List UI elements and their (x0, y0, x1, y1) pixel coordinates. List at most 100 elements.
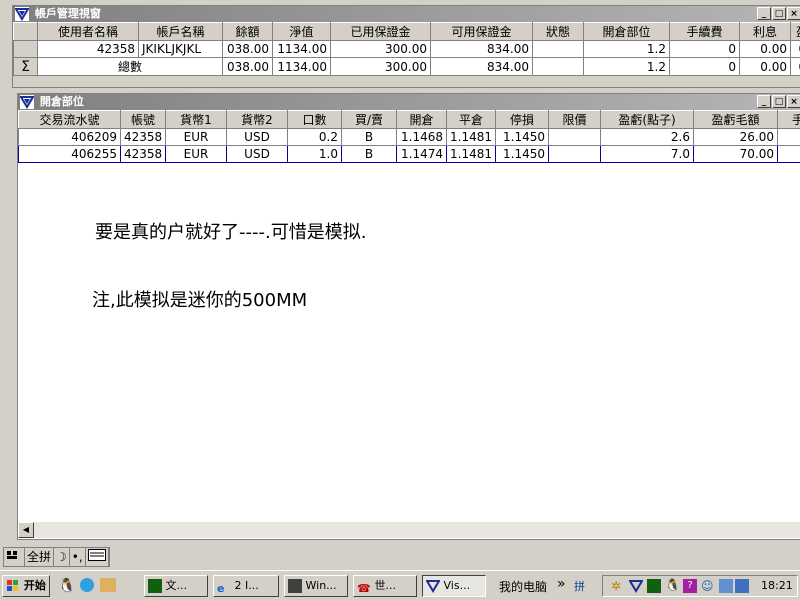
positions-title: 開倉部位 (39, 95, 84, 108)
cell: 42358 (120, 128, 166, 146)
start-label: 开始 (23, 579, 46, 592)
tray-user-icon[interactable]: ☺ (701, 579, 715, 593)
annotation-line-2: 注,此模拟是迷你的500MM (92, 290, 308, 311)
cell: 2.6 (600, 128, 694, 146)
task-button-5[interactable]: Vis... (422, 575, 486, 597)
cell: 1.2 (583, 57, 670, 76)
cell: 1.2 (583, 40, 670, 58)
accounts-title: 帳戶管理視窗 (34, 7, 101, 20)
cell: 0 (669, 40, 740, 58)
ime-tray-icon[interactable]: 拼 (574, 578, 585, 594)
col-header[interactable]: 盈虧(點子) (600, 110, 694, 129)
col-header[interactable]: 開倉 (396, 110, 447, 129)
ime-mode[interactable]: 全拼 (25, 548, 55, 566)
tray-monitor2-icon[interactable] (735, 579, 749, 593)
cell: 0. (790, 40, 800, 58)
tray-monitor-icon[interactable] (719, 579, 733, 593)
accounts-header-row: 使用者名稱 帳戶名稱 餘額 淨值 已用保證金 可用保證金 狀態 開倉部位 手續費… (13, 22, 800, 41)
cell: 1.1468 (396, 128, 447, 146)
col-header[interactable]: 貨幣2 (226, 110, 288, 129)
tray-help-icon[interactable]: ? (683, 579, 697, 593)
desktop-toolbar-label[interactable]: 我的电脑 (499, 578, 547, 595)
col-header[interactable]: 買/賣 (341, 110, 397, 129)
task-button-2[interactable]: e 2 I... (213, 575, 279, 597)
positions-titlebar[interactable]: 開倉部位 _ □ × (18, 94, 800, 110)
positions-header-row: 交易流水號 帳號 貨幣1 貨幣2 口數 買/賣 開倉 平倉 停損 限價 盈虧(點… (18, 110, 800, 129)
minimize-button[interactable]: _ (757, 95, 771, 108)
col-header[interactable]: 交易流水號 (18, 110, 121, 129)
tray-app-icon[interactable] (629, 579, 643, 593)
media-player-icon[interactable] (80, 578, 94, 592)
col-header[interactable]: 盈虧毛額 (693, 110, 778, 129)
cell: B (341, 145, 397, 163)
col-header[interactable]: 已用保證金 (330, 22, 431, 41)
task-label: Vis... (443, 579, 471, 592)
accounts-titlebar[interactable]: 帳戶管理視窗 _ □ × (13, 6, 800, 22)
cell: 834.00 (430, 57, 533, 76)
scroll-left-icon[interactable]: ◀ (18, 522, 34, 538)
terminal-icon (288, 579, 302, 593)
start-button[interactable]: 开始 (2, 575, 50, 597)
cell (532, 57, 584, 76)
cell: 406209 (18, 128, 121, 146)
task-button-4[interactable]: ☎ 世... (353, 575, 417, 597)
table-row[interactable]: 42358 JKIKLJKJKL 038.00 1134.00 300.00 8… (13, 40, 800, 58)
col-header[interactable]: 平倉 (446, 110, 496, 129)
toolbar-chevron-icon[interactable]: » (557, 576, 566, 592)
app-logo-icon (426, 580, 440, 593)
col-header[interactable]: 利息 (739, 22, 791, 41)
soft-keyboard-icon[interactable] (86, 548, 109, 566)
col-header[interactable]: 帳號 (120, 110, 166, 129)
cell: 1.0 (287, 145, 342, 163)
table-row-selected[interactable]: 406255 42358 EUR USD 1.0 B 1.1474 1.1481… (18, 145, 800, 163)
col-header[interactable]: 狀態 (532, 22, 584, 41)
half-width-icon[interactable]: ☽ (54, 548, 70, 566)
cell (777, 145, 800, 163)
col-header[interactable]: 限價 (548, 110, 601, 129)
tray-network-icon[interactable] (647, 579, 661, 593)
col-header[interactable]: 手續費 (669, 22, 740, 41)
cell: 406255 (18, 145, 121, 163)
clock[interactable]: 18:21 (761, 579, 793, 592)
cell: 0 (669, 57, 740, 76)
horizontal-scrollbar[interactable]: ◀ (18, 521, 800, 538)
close-button[interactable]: × (787, 95, 800, 108)
col-header[interactable]: 手 (777, 110, 800, 129)
col-header[interactable]: 盈 (790, 22, 800, 41)
cell (548, 128, 601, 146)
minimize-button[interactable]: _ (757, 7, 771, 20)
maximize-button[interactable]: □ (772, 7, 786, 20)
accounts-window: 帳戶管理視窗 _ □ × 使用者名稱 帳戶名稱 餘額 淨值 已用保證金 可用保證… (12, 5, 800, 88)
quicklaunch-icon[interactable] (100, 578, 116, 592)
ie-icon: e (217, 582, 225, 595)
summary-row: Σ 總數 038.00 1134.00 300.00 834.00 1.2 0 … (13, 57, 800, 76)
col-header[interactable]: 餘額 (222, 22, 273, 41)
col-header[interactable]: 口數 (287, 110, 342, 129)
close-button[interactable]: × (787, 7, 800, 20)
sigma-icon: Σ (13, 57, 38, 76)
table-row[interactable]: 406209 42358 EUR USD 0.2 B 1.1468 1.1481… (18, 128, 800, 146)
punctuation-icon[interactable]: •, (70, 548, 86, 566)
cell: 038.00 (222, 40, 273, 58)
maximize-button[interactable]: □ (772, 95, 786, 108)
cell: 834.00 (430, 40, 533, 58)
keyboard-icon[interactable] (4, 548, 25, 566)
tray-gear-icon[interactable]: ✲ (611, 579, 625, 593)
col-header[interactable]: 開倉部位 (583, 22, 670, 41)
col-header[interactable]: 停損 (495, 110, 549, 129)
col-header[interactable]: 帳戶名稱 (138, 22, 223, 41)
cell: B (341, 128, 397, 146)
task-button-3[interactable]: Win... (284, 575, 348, 597)
cell: JKIKLJKJKL (138, 40, 223, 58)
tray-qq-icon[interactable]: 🐧 (665, 578, 680, 592)
cell: 42358 (120, 145, 166, 163)
col-header[interactable]: 淨值 (272, 22, 331, 41)
col-header[interactable]: 貨幣1 (165, 110, 227, 129)
cell: 1.1450 (495, 145, 549, 163)
cell: 26.00 (693, 128, 778, 146)
col-header[interactable]: 可用保證金 (430, 22, 533, 41)
task-button-1[interactable]: 文... (144, 575, 208, 597)
col-header[interactable]: 使用者名稱 (37, 22, 139, 41)
cell: EUR (165, 128, 227, 146)
qq-icon[interactable]: 🐧 (58, 578, 75, 594)
